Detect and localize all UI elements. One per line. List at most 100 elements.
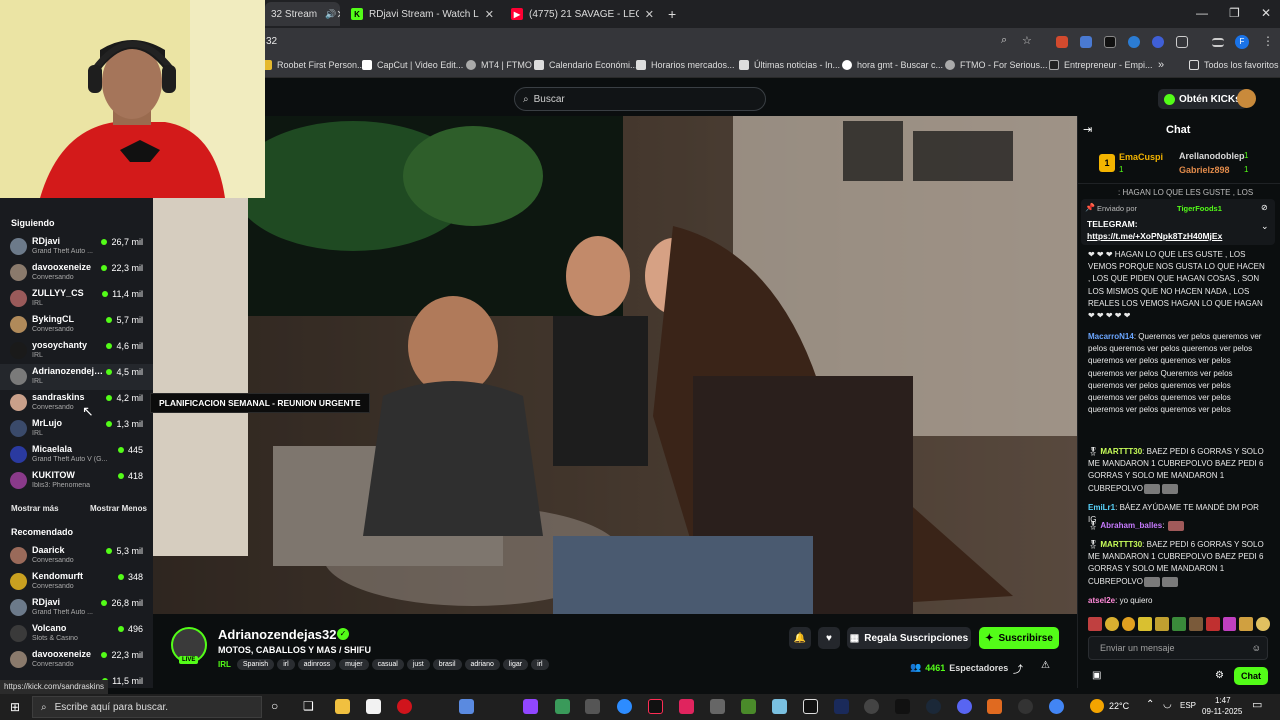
sidebar-channel[interactable]: MrLujo IRL 1,3 mil (0, 416, 153, 442)
channel-name[interactable]: Adrianozendejas32 (218, 627, 337, 642)
sidebar-channel[interactable]: yosoychanty IRL 4,6 mil (0, 338, 153, 364)
minimize-icon[interactable]: — (1196, 6, 1208, 20)
tab-active[interactable]: 32 Stream 🔊 ✕ (265, 2, 340, 26)
sidebar-channel[interactable]: Kendomurft Conversando 348 (0, 569, 153, 595)
bookmark-item[interactable]: hora gmt - Buscar c... (842, 60, 943, 70)
file-explorer-icon[interactable] (335, 699, 350, 714)
chat-input[interactable]: Enviar un mensaje ☺ (1088, 636, 1268, 660)
bookmark-item[interactable]: FTMO - For Serious... (945, 60, 1048, 70)
discord-icon[interactable] (957, 699, 972, 714)
bookmark-item[interactable]: MT4 | FTMO (466, 60, 532, 70)
close-tab-icon[interactable]: ✕ (485, 8, 494, 21)
pinned-link[interactable]: https://t.me/+XoPNpk8TzH40MjEx (1087, 231, 1222, 241)
gifter-name[interactable]: EmaCuspi (1119, 152, 1163, 162)
clock-date[interactable]: 09-11-2025 (1202, 707, 1242, 716)
collapse-chat-icon[interactable]: ⇥ (1083, 123, 1092, 136)
get-kicks-button[interactable]: Obtén KICKs (1158, 89, 1247, 109)
windows-start-icon[interactable]: ⊞ (10, 700, 20, 714)
extension-icon[interactable] (1056, 36, 1068, 48)
tiktok-icon[interactable] (648, 699, 663, 714)
tray-chevron-icon[interactable]: ⌃ (1146, 699, 1154, 710)
sidebar-channel[interactable]: ZULLYY_CS IRL 11,4 mil (0, 286, 153, 312)
all-bookmarks-folder[interactable]: Todos los favoritos (1189, 60, 1279, 70)
share-icon[interactable]: ⤴ (1013, 661, 1023, 676)
sidebar-channel[interactable]: davooxeneize Conversando 22,3 mil (0, 647, 153, 673)
sidebar-channel[interactable]: sandraskins Conversando 4,2 mil (0, 390, 153, 416)
tag[interactable]: irl (531, 659, 549, 670)
tag[interactable]: casual (371, 659, 404, 670)
search-input[interactable]: ⌕ Buscar (514, 87, 766, 111)
tag[interactable]: mujer (339, 659, 369, 670)
bookmark-item[interactable]: Últimas noticias - In... (739, 60, 840, 70)
chat-username[interactable]: Abraham_balles (1100, 521, 1162, 530)
close-window-icon[interactable]: ✕ (1261, 6, 1271, 20)
taskbar-search-input[interactable]: ⌕ Escribe aquí para buscar. (32, 696, 262, 718)
chrome-icon[interactable] (1049, 699, 1064, 714)
app-icon[interactable] (679, 699, 694, 714)
emote-icon[interactable] (1172, 617, 1186, 631)
chat-rules-icon[interactable]: ▣ (1092, 670, 1101, 681)
subscribe-button[interactable]: ✦ Suscribirse (979, 627, 1059, 649)
emote-icon[interactable] (1138, 617, 1153, 631)
bookmark-item[interactable]: Horarios mercados... (636, 60, 735, 70)
emote-icon[interactable] (1256, 617, 1270, 631)
emote-icon[interactable] (1239, 617, 1254, 631)
opera-icon[interactable] (397, 699, 412, 714)
sidebar-channel[interactable]: Volcano Slots & Casino 496 (0, 621, 153, 647)
pinned-user[interactable]: TigerFoods1 (1177, 204, 1222, 213)
app-icon[interactable] (710, 699, 725, 714)
app-icon[interactable] (987, 699, 1002, 714)
bookmark-star-icon[interactable]: ☆ (1022, 34, 1032, 47)
chat-username[interactable]: MARTTT30 (1100, 447, 1142, 456)
settings-gear-icon[interactable] (864, 699, 879, 714)
sidebar-channel[interactable]: KUKITOW Iblis3: Phenomena 418 (0, 468, 153, 494)
chat-send-button[interactable]: Chat (1234, 667, 1268, 685)
chat-username[interactable]: MacarroN14 (1088, 332, 1134, 341)
cortana-icon[interactable]: ○ (271, 699, 278, 713)
bookmarks-overflow-icon[interactable]: » (1158, 59, 1164, 71)
tag[interactable]: Spanish (236, 659, 275, 670)
bookmark-item[interactable]: Entrepreneur - Empi... (1049, 60, 1153, 70)
sidebar-channel[interactable]: RDjavi Grand Theft Auto ... 26,7 mil (0, 234, 153, 260)
task-view-icon[interactable]: ❑ (303, 699, 314, 713)
tag[interactable]: ligar (502, 659, 529, 670)
sidebar-channel[interactable]: Micaelala Grand Theft Auto V (G... 445 (0, 442, 153, 468)
chat-username[interactable]: MARTTT30 (1100, 540, 1142, 549)
clock-time[interactable]: 1:47 (1215, 696, 1231, 705)
follow-heart-button[interactable]: ♥ (818, 627, 840, 649)
weather-temp[interactable]: 22°C (1109, 701, 1129, 711)
app-icon[interactable] (459, 699, 474, 714)
gifter-name[interactable]: Gabrielz898 (1179, 165, 1230, 175)
tag[interactable]: brasil (432, 659, 462, 670)
capcut-icon[interactable] (803, 699, 818, 714)
profile-avatar[interactable]: F (1235, 35, 1249, 49)
extension-icon[interactable] (1104, 36, 1116, 48)
chat-username[interactable]: EmiLr1 (1088, 503, 1115, 512)
close-tab-icon[interactable]: ✕ (336, 8, 340, 21)
emote-icon[interactable] (1088, 617, 1102, 631)
category-link[interactable]: IRL (218, 660, 231, 669)
tab-rdjavi[interactable]: K RDjavi Stream - Watch Live on K ✕ (345, 2, 500, 26)
emote-icon[interactable] (1155, 617, 1170, 631)
steam-icon[interactable] (926, 699, 941, 714)
url-field[interactable]: 32 (266, 36, 277, 47)
new-tab-button[interactable]: + (662, 2, 682, 26)
tag[interactable]: adinross (297, 659, 337, 670)
sidebar-channel[interactable]: Adrianozendeja... IRL 4,5 mil (0, 364, 153, 390)
close-tab-icon[interactable]: ✕ (645, 8, 654, 21)
report-icon[interactable]: ⚠ (1041, 660, 1050, 671)
notifications-icon[interactable]: ▭ (1252, 698, 1262, 711)
minecraft-icon[interactable] (741, 699, 756, 714)
tag[interactable]: irl (277, 659, 295, 670)
app-icon[interactable] (555, 699, 570, 714)
unpin-icon[interactable]: ⊘ (1261, 203, 1268, 212)
app-icon[interactable] (772, 699, 787, 714)
emote-icon[interactable] (1205, 617, 1220, 631)
show-more-link[interactable]: Mostrar más (11, 504, 59, 513)
twitch-icon[interactable] (523, 699, 538, 714)
tag[interactable]: just (406, 659, 430, 670)
notification-bell-button[interactable]: 🔔 (789, 627, 811, 649)
tag[interactable]: adriano (464, 659, 500, 670)
speaker-icon[interactable]: 🔊 (325, 9, 336, 20)
language-indicator[interactable]: ESP (1180, 701, 1196, 710)
